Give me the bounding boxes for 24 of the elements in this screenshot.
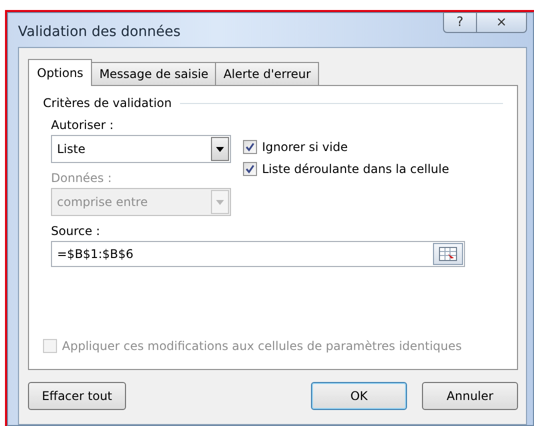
checkbox-label: Liste déroulante dans la cellule — [262, 162, 450, 176]
window-title: Validation des données — [18, 24, 182, 40]
group-title: Critères de validation — [43, 96, 172, 110]
grid-icon — [439, 247, 457, 261]
dropdown[interactable]: Liste — [51, 135, 231, 163]
checkbox[interactable] — [243, 140, 257, 154]
field-label: Autoriser : — [51, 118, 115, 132]
help-button[interactable]: ? — [443, 12, 477, 33]
field-label: Données : — [51, 171, 113, 185]
checkbox[interactable] — [243, 162, 257, 176]
checkbox-label: Ignorer si vide — [262, 140, 348, 154]
dialog-button[interactable]: OK — [311, 382, 407, 410]
caret-icon — [216, 200, 224, 204]
checkbox-label: Appliquer ces modifications aux cellules de paramètres identiques — [62, 339, 462, 353]
close-button[interactable]: ⨯ — [477, 12, 527, 33]
dialog-button[interactable]: Annuler — [422, 382, 518, 410]
dialog-button[interactable]: Effacer tout — [28, 382, 126, 410]
source-field[interactable]: =$B$1:$B$6 — [51, 241, 465, 267]
tab[interactable]: Options — [28, 59, 92, 86]
caret-icon — [216, 146, 224, 152]
tab[interactable]: Message de saisie — [91, 62, 216, 85]
range-picker-button[interactable] — [433, 243, 463, 265]
field-label: Source : — [51, 224, 102, 238]
tab[interactable]: Alerte d'erreur — [215, 62, 319, 85]
